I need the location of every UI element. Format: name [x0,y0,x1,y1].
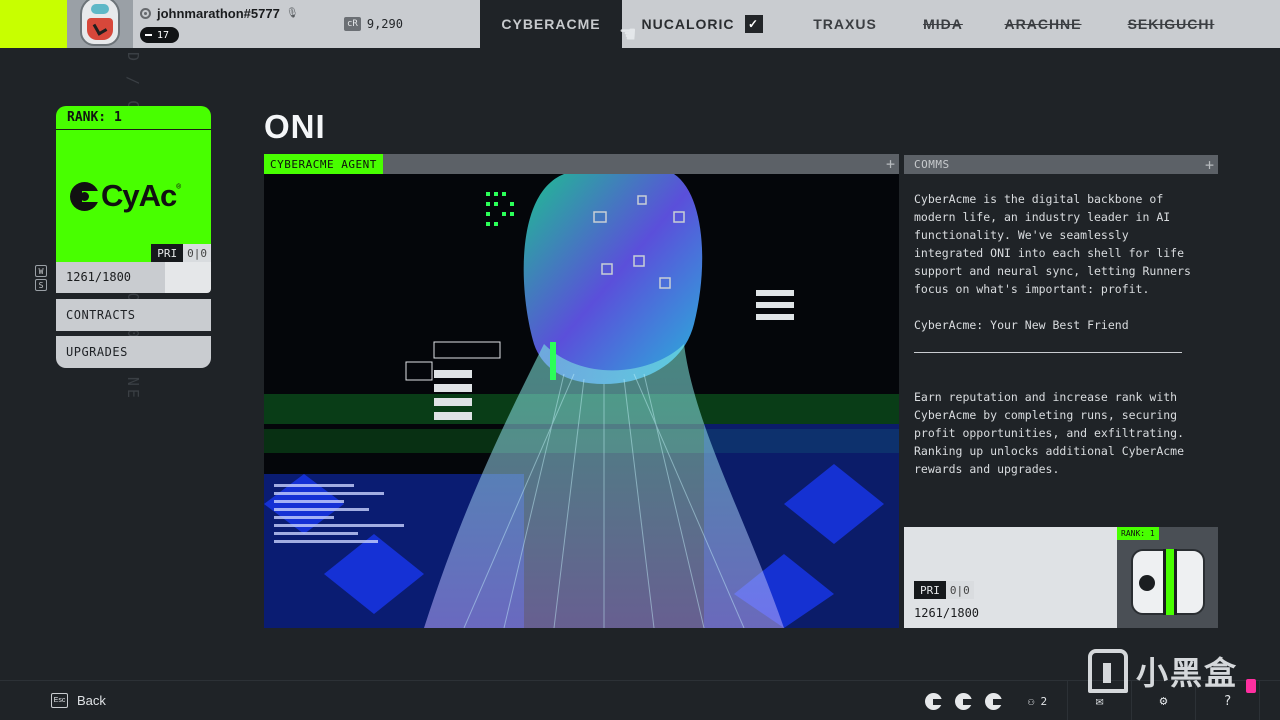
cyac-emblem-icon [924,692,942,710]
tab-sekiguchi[interactable]: SEKIGUCHI [1108,0,1234,48]
rank-card[interactable]: RANK: 1 CyAc ® PRI 0|0 [56,106,211,262]
watermark: 小黑盒 [1088,648,1238,694]
avatar[interactable] [67,0,133,48]
cyac-logo-icon [70,181,99,211]
agent-tag: CYBERACME AGENT [264,154,383,174]
rank-reward[interactable]: RANK: 1 [1117,527,1218,628]
rank-reward-panel[interactable]: PRI 0|0 1261/1800 RANK: 1 [904,527,1218,628]
mail-icon: ✉ [1095,693,1104,709]
heybox-logo-icon [1088,649,1128,693]
back-button[interactable]: Esc Back [51,693,106,708]
upgrades-button[interactable]: UPGRADES [56,336,211,368]
tab-cyberacme[interactable]: CYBERACME [480,0,622,48]
party-slot-1[interactable] [918,681,948,720]
page-title: ONI [264,108,326,145]
level-value: 17 [157,29,170,41]
top-bar: johnmarathon#5777 🎙 17 cR 9,290 CYBERACM… [0,0,1280,50]
esc-key-icon: Esc [51,693,68,708]
faction-tabs: CYBERACME NUCALORIC ✓ TRAXUS MIDA ARACHN… [480,0,1234,48]
scroll-keys: W S [35,265,47,291]
back-label: Back [77,693,106,708]
pri-indicator: PRI 0|0 [151,244,211,262]
w-key-icon: W [35,265,47,277]
comms-label: COMMS [914,158,950,171]
tab-mida[interactable]: MIDA [908,0,978,48]
accent-block [0,0,67,48]
check-icon: ✓ [744,15,763,33]
comms-body: CyberAcme is the digital backbone of mod… [914,190,1204,496]
username[interactable]: johnmarathon#5777 [157,6,280,21]
comms-panel-header: COMMS + [904,155,1218,174]
contracts-button[interactable]: CONTRACTS [56,299,211,331]
notification-dot-icon [1246,679,1256,693]
pri-indicator: PRI 0|0 [914,581,974,599]
credits-icon: cR [344,17,361,31]
level-badge: 17 [140,27,180,43]
user-block: johnmarathon#5777 🎙 17 [140,6,299,43]
rank-label: RANK: 1 [56,106,211,130]
hand-cursor-icon: ☚ [620,20,636,50]
rank-progress: 1261/1800 [56,262,211,293]
status-icon [140,8,151,19]
comms-expand-plus-icon[interactable]: + [1205,156,1214,174]
comms-paragraph: Earn reputation and increase rank with C… [914,390,1185,476]
help-icon: ? [1223,693,1232,709]
agent-panel-header: CYBERACME AGENT + [264,154,899,174]
s-key-icon: S [35,279,47,291]
party-count[interactable]: ⚇ 2 [1008,681,1068,720]
party-slot-3[interactable] [978,681,1008,720]
tab-arachne[interactable]: ARACHNE [978,0,1108,48]
oni-hologram-image [264,174,899,628]
oni-agent-visual [264,174,899,628]
party-slot-2[interactable] [948,681,978,720]
comms-paragraph: CyberAcme is the digital backbone of mod… [914,192,1191,296]
expand-plus-icon[interactable]: + [886,155,895,173]
cyac-emblem-icon [984,692,1002,710]
credits-amount: 9,290 [366,17,403,31]
gear-icon: ⚙ [1159,693,1168,709]
rank-progress-text: 1261/1800 [914,606,980,620]
reward-item-icon [1131,549,1205,615]
credits: cR 9,290 [344,17,403,31]
cyac-logo: CyAc ® [70,178,181,214]
rank-progress-text: 1261/1800 [66,270,132,284]
party-icon: ⚇ [1027,694,1035,708]
tab-traxus[interactable]: TRAXUS [782,0,908,48]
cyac-emblem-icon [954,692,972,710]
mic-icon: 🎙 [285,8,299,19]
comms-tagline: CyberAcme: Your New Best Friend [914,318,1129,332]
divider [914,352,1182,353]
reward-rank-label: RANK: 1 [1117,527,1159,540]
